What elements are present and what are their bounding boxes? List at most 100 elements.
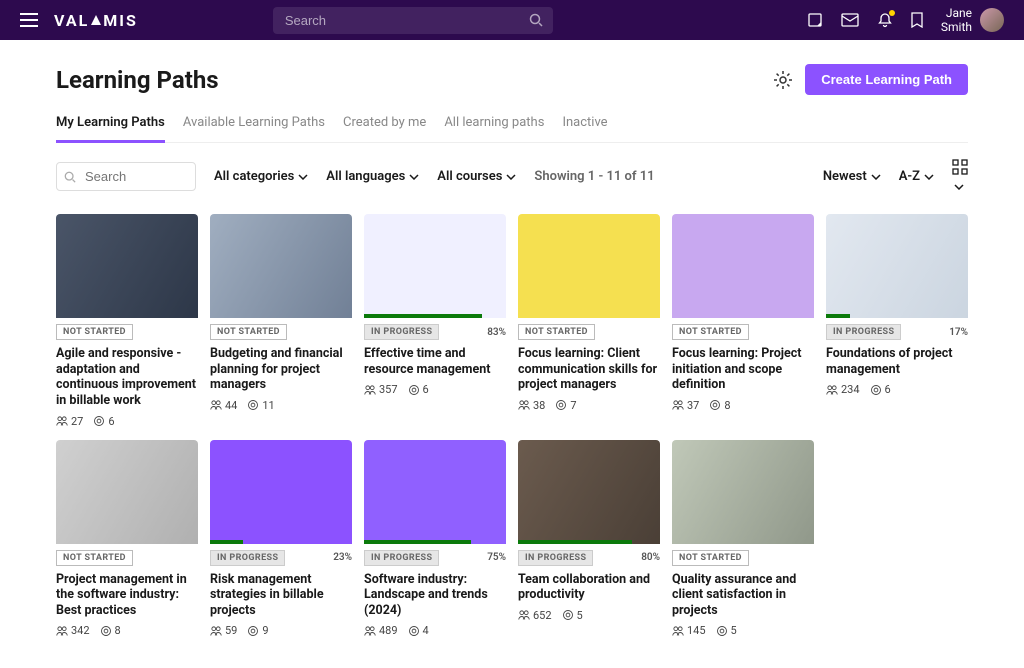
mail-icon[interactable] bbox=[841, 13, 859, 27]
create-learning-path-button[interactable]: Create Learning Path bbox=[805, 64, 968, 95]
card-title: Software industry: Landscape and trends … bbox=[364, 572, 506, 619]
learners-icon bbox=[518, 609, 530, 621]
card-title: Focus learning: Client communication ski… bbox=[518, 346, 660, 393]
learning-path-card[interactable]: NOT STARTEDAgile and responsive - adapta… bbox=[56, 214, 198, 428]
search-input[interactable] bbox=[273, 7, 553, 34]
learning-path-card[interactable]: NOT STARTEDFocus learning: Project initi… bbox=[672, 214, 814, 428]
filter-categories[interactable]: All categories bbox=[214, 169, 308, 184]
status-row: IN PROGRESS80% bbox=[518, 550, 660, 566]
results-count: Showing 1 - 11 of 11 bbox=[534, 169, 654, 184]
learning-path-card[interactable]: IN PROGRESS75%Software industry: Landsca… bbox=[364, 440, 506, 638]
courses-stat: 8 bbox=[709, 399, 730, 412]
user-menu[interactable]: Jane Smith bbox=[941, 6, 1004, 35]
courses-stat: 6 bbox=[870, 383, 891, 396]
courses-stat: 6 bbox=[93, 415, 114, 428]
status-badge: NOT STARTED bbox=[518, 324, 595, 340]
status-badge: NOT STARTED bbox=[210, 324, 287, 340]
card-stats: 1455 bbox=[672, 624, 814, 637]
card-image bbox=[518, 214, 660, 318]
chevron-down-icon bbox=[954, 184, 964, 190]
filter-right: Newest A-Z bbox=[823, 159, 968, 194]
progress-bar bbox=[364, 314, 482, 318]
courses-stat: 6 bbox=[408, 383, 429, 396]
card-image bbox=[826, 214, 968, 318]
courses-icon bbox=[93, 415, 105, 427]
courses-icon bbox=[555, 399, 567, 411]
courses-icon bbox=[408, 625, 420, 637]
status-row: NOT STARTED bbox=[672, 550, 814, 566]
status-badge: NOT STARTED bbox=[672, 550, 749, 566]
filter-languages[interactable]: All languages bbox=[326, 169, 419, 184]
avatar bbox=[980, 8, 1004, 32]
chevron-down-icon bbox=[871, 174, 881, 180]
title-actions: Create Learning Path bbox=[773, 64, 968, 95]
sort-az[interactable]: A-Z bbox=[899, 169, 934, 184]
progress-pct: 83% bbox=[487, 327, 506, 338]
chevron-down-icon bbox=[298, 174, 308, 180]
status-row: NOT STARTED bbox=[518, 324, 660, 340]
chevron-down-icon bbox=[924, 174, 934, 180]
filter-courses[interactable]: All courses bbox=[437, 169, 516, 184]
sort-newest[interactable]: Newest bbox=[823, 169, 881, 184]
chevron-down-icon bbox=[409, 174, 419, 180]
progress-bar bbox=[210, 540, 243, 544]
card-title: Team collaboration and productivity bbox=[518, 572, 660, 603]
courses-stat: 4 bbox=[408, 624, 429, 637]
learning-path-card[interactable]: NOT STARTEDQuality assurance and client … bbox=[672, 440, 814, 638]
learners-icon bbox=[364, 384, 376, 396]
learners-icon bbox=[826, 384, 838, 396]
card-title: Agile and responsive - adaptation and co… bbox=[56, 346, 198, 409]
courses-stat: 7 bbox=[555, 399, 576, 412]
tab-created-by-me[interactable]: Created by me bbox=[343, 107, 426, 142]
tabs: My Learning Paths Available Learning Pat… bbox=[56, 107, 968, 143]
tab-available[interactable]: Available Learning Paths bbox=[183, 107, 325, 142]
courses-icon bbox=[408, 384, 420, 396]
learners-stat: 234 bbox=[826, 383, 860, 396]
status-row: IN PROGRESS17% bbox=[826, 324, 968, 340]
learners-stat: 652 bbox=[518, 609, 552, 622]
learning-path-card[interactable]: NOT STARTEDBudgeting and financial plann… bbox=[210, 214, 352, 428]
progress-bar bbox=[518, 540, 632, 544]
card-title: Foundations of project management bbox=[826, 346, 968, 377]
status-row: NOT STARTED bbox=[210, 324, 352, 340]
view-toggle[interactable] bbox=[952, 159, 968, 194]
card-image bbox=[56, 440, 198, 544]
logo[interactable]: VALMIS bbox=[54, 11, 138, 30]
card-image bbox=[672, 214, 814, 318]
title-row: Learning Paths Create Learning Path bbox=[56, 64, 968, 95]
note-icon[interactable] bbox=[807, 12, 823, 28]
learning-path-card[interactable]: IN PROGRESS23%Risk management strategies… bbox=[210, 440, 352, 638]
courses-icon bbox=[870, 384, 882, 396]
tab-inactive[interactable]: Inactive bbox=[562, 107, 607, 142]
card-stats: 387 bbox=[518, 399, 660, 412]
learning-path-card[interactable]: IN PROGRESS17% Foundations of project man… bbox=[826, 214, 968, 428]
card-stats: 6525 bbox=[518, 609, 660, 622]
learning-path-card[interactable]: IN PROGRESS83%Effective time and resourc… bbox=[364, 214, 506, 428]
learners-stat: 37 bbox=[672, 399, 699, 412]
courses-stat: 8 bbox=[100, 624, 121, 637]
bell-icon[interactable] bbox=[877, 12, 893, 28]
hamburger-icon[interactable] bbox=[20, 13, 38, 27]
progress-bar bbox=[826, 314, 850, 318]
filter-row: All categories All languages All courses… bbox=[56, 159, 968, 194]
learning-path-card[interactable]: IN PROGRESS80% Team collaboration and pro… bbox=[518, 440, 660, 638]
bookmark-icon[interactable] bbox=[911, 12, 923, 28]
card-title: Focus learning: Project initiation and s… bbox=[672, 346, 814, 393]
status-row: NOT STARTED bbox=[56, 550, 198, 566]
progress-pct: 17% bbox=[949, 327, 968, 338]
learning-path-card[interactable]: NOT STARTEDProject management in the sof… bbox=[56, 440, 198, 638]
learners-stat: 44 bbox=[210, 399, 237, 412]
app-header: VALMIS Jane Smith bbox=[0, 0, 1024, 40]
courses-icon bbox=[247, 399, 259, 411]
learners-icon bbox=[210, 399, 222, 411]
learning-path-card[interactable]: NOT STARTED Focus learning: Client commun… bbox=[518, 214, 660, 428]
tab-my-learning-paths[interactable]: My Learning Paths bbox=[56, 107, 165, 143]
filter-search-input[interactable] bbox=[56, 162, 196, 191]
tab-all[interactable]: All learning paths bbox=[444, 107, 544, 142]
card-image bbox=[210, 214, 352, 318]
gear-icon[interactable] bbox=[773, 70, 793, 90]
status-row: IN PROGRESS83% bbox=[364, 324, 506, 340]
notification-dot bbox=[889, 10, 895, 16]
user-last-name: Smith bbox=[941, 20, 972, 34]
courses-icon bbox=[709, 399, 721, 411]
